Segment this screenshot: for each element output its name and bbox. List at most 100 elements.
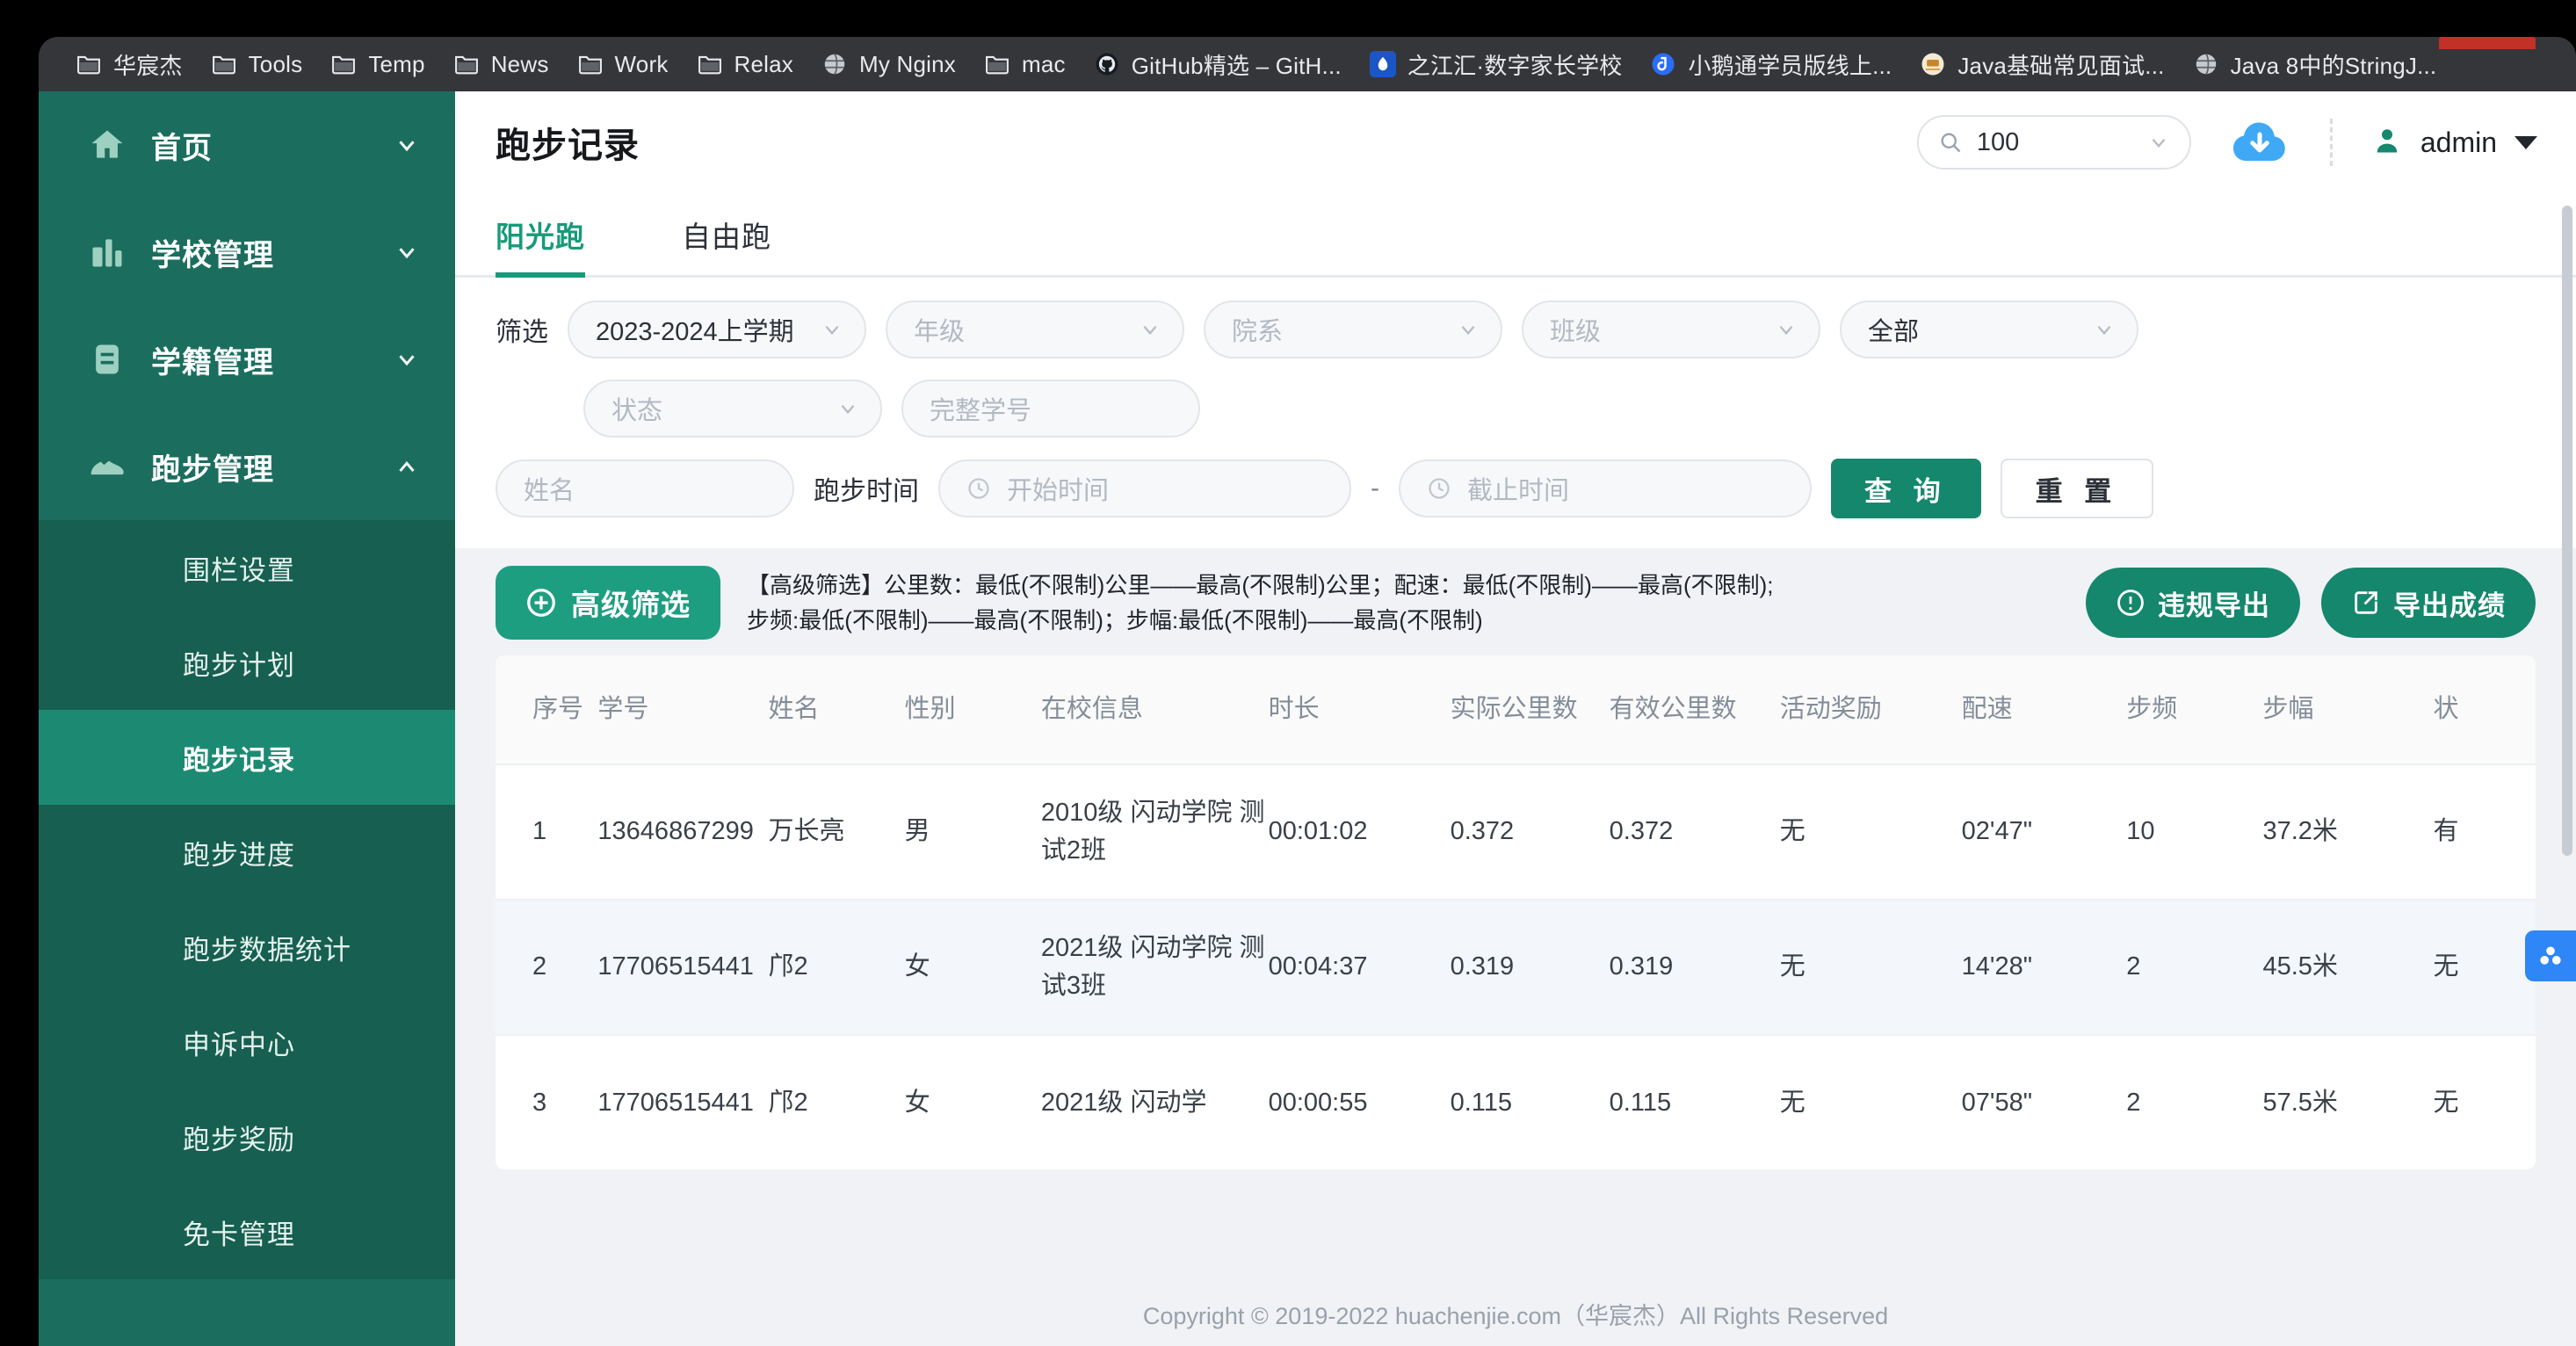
sidebar-item-2[interactable]: 跑步记录: [39, 710, 455, 805]
folder-icon: [697, 51, 723, 77]
violation-export-button[interactable]: 违规导出: [2086, 568, 2300, 638]
table-header-cell[interactable]: 步频: [2126, 655, 2263, 764]
sidebar-item-3[interactable]: 跑步进度: [39, 805, 455, 900]
page-title: 跑步记录: [496, 127, 640, 165]
filter-select-all[interactable]: 全部: [1840, 300, 2138, 358]
table-header-cell[interactable]: 实际公里数: [1450, 655, 1610, 764]
filter-select-grade[interactable]: 年级: [886, 300, 1184, 358]
start-time-placeholder: 开始时间: [1007, 477, 1110, 505]
table-head: 序号 学号 姓名 性别 在校信息 时长 实际公里数 有效公里数 活动奖励 配速 步频 步幅状: [496, 655, 2536, 764]
table-cell: 10: [2126, 817, 2155, 846]
building-icon: [88, 233, 127, 271]
bookmark-item[interactable]: 华宸杰: [62, 43, 197, 86]
table-cell: 2021级 闪动学: [1040, 1088, 1207, 1117]
name-placeholder: 姓名: [524, 477, 575, 505]
filter-row-1: 筛选 2023-2024上学期 年级 院系 班级 全部: [496, 300, 2536, 358]
table-header-cell[interactable]: 状: [2433, 655, 2536, 764]
sidebar-item-6[interactable]: 跑步奖励: [39, 1089, 455, 1184]
table-row[interactable]: 1 13646867299 万长亮 男 2010级 闪动学院 测试2班 00:01:02 0…: [496, 764, 2536, 900]
bookmark-item[interactable]: GitHub精选 – GitH...: [1080, 43, 1356, 86]
filter-select-term[interactable]: 2023-2024上学期: [568, 300, 866, 358]
cloud-download-icon[interactable]: [2228, 116, 2291, 169]
reset-button[interactable]: 重 置: [2000, 459, 2154, 518]
table-cell: 57.5米: [2262, 1088, 2338, 1117]
folder-icon: [330, 51, 357, 77]
exclamation-circle-icon: [2117, 590, 2144, 616]
sidebar-group-student-status[interactable]: 学籍管理: [39, 306, 455, 413]
tab-1[interactable]: 自由跑: [682, 213, 771, 275]
bookmark-item[interactable]: Java 8中的StringJ...: [2179, 43, 2451, 86]
end-time-input[interactable]: 截止时间: [1399, 460, 1812, 517]
bookmark-item[interactable]: mac: [970, 46, 1080, 83]
filter-row-2: 状态 完整学号: [583, 380, 2536, 438]
sidebar-item-0[interactable]: 围栏设置: [39, 520, 455, 615]
filter-label: 筛选: [496, 318, 548, 347]
search-input[interactable]: 100: [1916, 115, 2191, 170]
bookmark-item[interactable]: 小鹅通学员版线上...: [1636, 43, 1906, 86]
table-header-cell[interactable]: 步幅: [2262, 655, 2434, 764]
table-header-cell[interactable]: 配速: [1961, 655, 2127, 764]
table-header-cell[interactable]: 时长: [1268, 655, 1451, 764]
table-header-cell[interactable]: 序号: [496, 655, 598, 764]
bookmark-item[interactable]: News: [439, 46, 563, 83]
chevron-down-icon: [394, 346, 420, 373]
advanced-filter-button[interactable]: 高级筛选: [496, 566, 720, 640]
filter-input-student-id[interactable]: 完整学号: [901, 380, 1200, 438]
table-cell: 2: [2126, 1088, 2141, 1117]
filter-select-department[interactable]: 院系: [1204, 300, 1502, 358]
browser-window: 华宸杰 Tools Temp News Work Relax My Nginx mac GitH…: [39, 37, 2576, 1346]
sidebar-item-4[interactable]: 跑步数据统计: [39, 900, 455, 995]
filter-select-class[interactable]: 班级: [1522, 300, 1820, 358]
bookmark-item[interactable]: Java基础常见面试...: [1906, 43, 2178, 86]
chevron-down-icon[interactable]: [2147, 131, 2170, 154]
sidebar-item-1[interactable]: 跑步计划: [39, 615, 455, 710]
bookmark-item[interactable]: Temp: [316, 46, 438, 83]
table-row[interactable]: 2 17706515441 邝2 女 2021级 闪动学院 测试3班 00:04:37 0.…: [496, 900, 2536, 1035]
table-cell: 女: [904, 1088, 930, 1117]
filter-select-status[interactable]: 状态: [583, 380, 882, 438]
sidebar-item-5[interactable]: 申诉中心: [39, 995, 455, 1089]
xiaoetong-icon: [1650, 51, 1676, 77]
browser-tab-remnant[interactable]: [2439, 37, 2536, 49]
bookmark-item[interactable]: 之江汇·数字家长学校: [1356, 43, 1637, 86]
chevron-down-icon: [394, 132, 420, 158]
cloud-sync-icon[interactable]: [2525, 930, 2576, 981]
filter-value: 院系: [1232, 318, 1284, 346]
name-input[interactable]: 姓名: [496, 460, 794, 517]
table-header-cell[interactable]: 在校信息: [1040, 655, 1269, 764]
user-menu[interactable]: admin: [2371, 125, 2537, 161]
table-cell: 男: [904, 817, 930, 846]
table-cell: 14'28": [1961, 952, 2033, 981]
table-header-cell[interactable]: 有效公里数: [1609, 655, 1780, 764]
table-header-cell[interactable]: 姓名: [768, 655, 905, 764]
sidebar-group-school[interactable]: 学校管理: [39, 199, 455, 306]
bookmark-label: 小鹅通学员版线上...: [1688, 52, 1892, 79]
table-header-cell[interactable]: 学号: [597, 655, 769, 764]
chevron-down-icon[interactable]: [2514, 135, 2537, 149]
bookmark-item[interactable]: Relax: [683, 46, 807, 83]
table-cell: 女: [904, 952, 930, 981]
copyright-text: Copyright © 2019-2022 huachenjie.com（华宸杰…: [1142, 1302, 1889, 1329]
score-export-button[interactable]: 导出成绩: [2321, 568, 2536, 638]
bookmark-label: mac: [1021, 50, 1066, 77]
start-time-input[interactable]: 开始时间: [938, 460, 1351, 517]
table-header-cell[interactable]: 活动奖励: [1779, 655, 1962, 764]
tab-0[interactable]: 阳光跑: [496, 213, 585, 278]
sidebar-item-7[interactable]: 免卡管理: [39, 1184, 455, 1279]
sidebar-group-label: 跑步管理: [151, 452, 274, 487]
sidebar-group-home[interactable]: 首页: [39, 91, 455, 199]
bookmark-item[interactable]: Work: [563, 46, 683, 83]
sidebar-group-label: 学籍管理: [151, 345, 274, 380]
table-row[interactable]: 3 17706515441 邝2 女 2021级 闪动学 00:00:55 0.115 0.1…: [496, 1035, 2536, 1169]
content-scrollbar[interactable]: [2562, 206, 2572, 856]
bookmark-item[interactable]: My Nginx: [807, 46, 970, 83]
sidebar-item-label: 跑步进度: [183, 839, 295, 871]
sidebar-group-running[interactable]: 跑步管理: [39, 413, 455, 520]
bookmark-label: GitHub精选 – GitH...: [1131, 52, 1342, 79]
sidebar-item-label: 申诉中心: [183, 1029, 295, 1060]
advanced-filter-label: 高级筛选: [571, 589, 691, 621]
table-header-cell[interactable]: 性别: [904, 655, 1041, 764]
bookmark-item[interactable]: Tools: [197, 46, 317, 83]
table-cell: 0.115: [1609, 1088, 1672, 1117]
query-button[interactable]: 查 询: [1831, 459, 1981, 518]
